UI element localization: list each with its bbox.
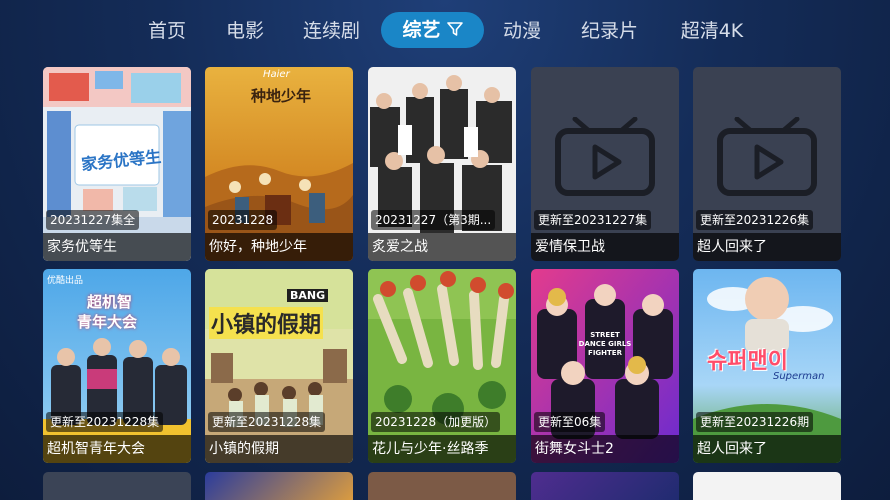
brand-logo: Haier bbox=[263, 69, 290, 80]
poster-logo-text: 小镇的假期 bbox=[209, 307, 324, 339]
card-title: 炙爱之战 bbox=[368, 233, 516, 261]
poster-logo-text: 种地少年 bbox=[251, 87, 312, 105]
media-card-partial[interactable] bbox=[531, 472, 679, 500]
media-card[interactable]: 家务优等生 20231227集全 家务优等生 bbox=[43, 67, 191, 261]
tv-placeholder-icon bbox=[717, 117, 817, 196]
tab-variety[interactable]: 综艺 bbox=[381, 12, 484, 48]
filter-icon bbox=[446, 21, 463, 36]
poster-image bbox=[205, 269, 353, 463]
media-card[interactable]: 更新至20231226集 超人回来了 bbox=[693, 67, 841, 261]
media-card-partial[interactable] bbox=[43, 472, 191, 500]
episode-badge: 20231227（第3期... bbox=[371, 210, 496, 230]
episode-badge: 更新至20231226集 bbox=[696, 210, 814, 230]
episode-badge: 更新至20231228集 bbox=[208, 412, 326, 432]
card-title: 超机智青年大会 bbox=[43, 435, 191, 463]
poster-tag: STREET DANCE GIRLS FIGHTER bbox=[578, 331, 632, 357]
media-card[interactable]: BANG 小镇的假期 更新至20231228集 小镇的假期 bbox=[205, 269, 353, 463]
card-title: 你好，种地少年 bbox=[205, 233, 353, 261]
tab-anime[interactable]: 动漫 bbox=[501, 14, 543, 48]
poster-image bbox=[368, 269, 516, 463]
episode-badge: 20231228 bbox=[208, 210, 278, 230]
media-card[interactable]: 优酷出品 超机智 青年大会 更新至20231228集 超机智青年大会 bbox=[43, 269, 191, 463]
card-title: 小镇的假期 bbox=[205, 435, 353, 463]
poster-image bbox=[368, 67, 516, 261]
card-title: 爱情保卫战 bbox=[531, 233, 679, 261]
poster-tag: BANG bbox=[287, 289, 329, 302]
poster-image bbox=[531, 269, 679, 463]
poster-logo-text: 超机智 bbox=[87, 293, 133, 311]
tab-uhd-4k[interactable]: 超清4K bbox=[677, 14, 747, 48]
episode-badge: 更新至20231226期 bbox=[696, 412, 814, 432]
tab-movies[interactable]: 电影 bbox=[224, 14, 266, 48]
media-card[interactable]: 20231227（第3期... 炙爱之战 bbox=[368, 67, 516, 261]
episode-badge: 20231228（加更版） bbox=[371, 412, 501, 432]
card-title: 超人回来了 bbox=[693, 435, 841, 463]
tab-variety-label: 综艺 bbox=[402, 19, 441, 41]
card-title: 家务优等生 bbox=[43, 233, 191, 261]
card-title: 街舞女斗士2 bbox=[531, 435, 679, 463]
tv-placeholder-icon bbox=[555, 117, 655, 196]
episode-badge: 20231227集全 bbox=[46, 210, 140, 230]
tab-series[interactable]: 连续剧 bbox=[300, 14, 363, 48]
tab-documentary[interactable]: 纪录片 bbox=[578, 14, 641, 48]
poster-tag: 优酷出品 bbox=[47, 276, 84, 286]
media-card[interactable]: 更新至20231227集 爱情保卫战 bbox=[531, 67, 679, 261]
media-card-partial[interactable] bbox=[693, 472, 841, 500]
episode-badge: 更新至20231227集 bbox=[534, 210, 652, 230]
media-card[interactable]: 20231228（加更版） 花儿与少年·丝路季 bbox=[368, 269, 516, 463]
poster-subtitle: Superman bbox=[773, 371, 825, 382]
media-card[interactable]: 슈퍼맨이 Superman 更新至20231226期 超人回来了 bbox=[693, 269, 841, 463]
media-card[interactable]: Haier 种地少年 20231228 你好，种地少年 bbox=[205, 67, 353, 261]
episode-badge: 更新至20231228集 bbox=[46, 412, 164, 432]
tab-home[interactable]: 首页 bbox=[145, 14, 189, 48]
content-grid: 家务优等生 20231227集全 家务优等生 Haier 种地少年 202312… bbox=[0, 67, 890, 500]
poster-logo-text: 青年大会 bbox=[77, 313, 138, 331]
media-card-partial[interactable] bbox=[205, 472, 353, 500]
category-nav: 首页 电影 连续剧 综艺 动漫 纪录片 超清4K bbox=[0, 12, 890, 50]
card-title: 超人回来了 bbox=[693, 233, 841, 261]
episode-badge: 更新至06集 bbox=[534, 412, 606, 432]
media-card[interactable]: STREET DANCE GIRLS FIGHTER 更新至06集 街舞女斗士2 bbox=[531, 269, 679, 463]
card-title: 花儿与少年·丝路季 bbox=[368, 435, 516, 463]
media-card-partial[interactable] bbox=[368, 472, 516, 500]
